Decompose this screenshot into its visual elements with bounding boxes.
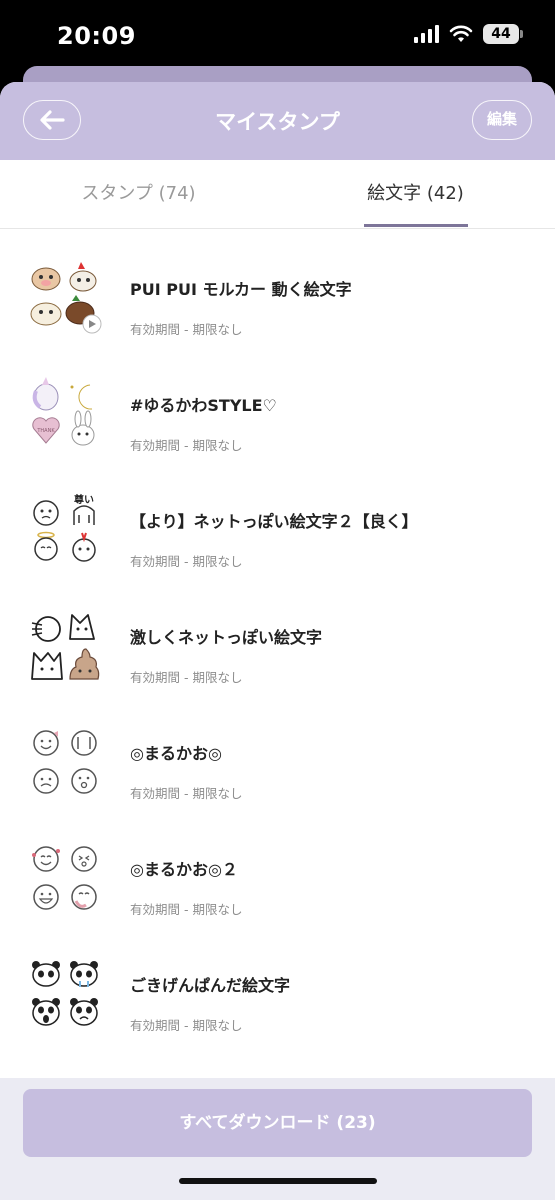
list-item[interactable]: ◎まるかお◎ 有効期間 - 期限なし: [0, 693, 555, 809]
item-title: 激しくネットっぽい絵文字: [130, 628, 323, 647]
svg-text:尊い: 尊い: [74, 493, 94, 506]
status-bar: 20:09 44: [0, 0, 555, 68]
list-item[interactable]: PUI PUI モルカー 動く絵文字 有効期間 - 期限なし: [0, 229, 555, 345]
footer: すべてダウンロード (23): [0, 1078, 555, 1200]
download-all-button[interactable]: すべてダウンロード (23): [23, 1089, 532, 1157]
item-validity: 有効期間 - 期限なし: [130, 670, 243, 685]
net-emoji-2-icon: 尊い: [33, 493, 96, 562]
molcar-emoji-icon: [30, 262, 102, 334]
item-validity: 有効期間 - 期限なし: [130, 1018, 243, 1033]
my-stamps-sheet: マイスタンプ 編集 スタンプ (74) 絵文字 (42) PUI PUI モルカ…: [0, 82, 555, 1200]
tab-stamps[interactable]: スタンプ (74): [0, 160, 277, 228]
item-title: ごきげんぱんだ絵文字: [130, 976, 291, 995]
item-validity: 有効期間 - 期限なし: [130, 554, 243, 569]
marukao-2-emoji-icon: [32, 846, 97, 910]
status-icons: 44: [414, 24, 523, 44]
header: マイスタンプ 編集: [0, 82, 555, 160]
edit-button[interactable]: 編集: [472, 100, 532, 140]
list-item[interactable]: 尊い 【より】ネットっぽい絵文字２【良く】 有効期間 - 期限なし: [0, 461, 555, 577]
list-item[interactable]: 激しくネットっぽい絵文字 有効期間 - 期限なし: [0, 577, 555, 693]
list-item[interactable]: ◎まるかお◎２ 有効期間 - 期限なし: [0, 809, 555, 925]
item-title: 【より】ネットっぽい絵文字２【良く】: [130, 512, 418, 531]
item-title: ◎まるかお◎: [130, 744, 222, 763]
list-item[interactable]: THANK #ゆるかわSTYLE♡ 有効期間 - 期限なし: [0, 345, 555, 461]
item-title: ◎まるかお◎２: [130, 860, 238, 879]
item-title: #ゆるかわSTYLE♡: [130, 396, 277, 415]
panda-emoji-icon: [32, 961, 98, 1026]
svg-text:THANK: THANK: [36, 428, 55, 434]
list-item[interactable]: ごきげんぱんだ絵文字 有効期間 - 期限なし: [0, 925, 555, 1041]
home-indicator[interactable]: [179, 1178, 377, 1184]
battery-icon: 44: [483, 24, 523, 44]
item-title: PUI PUI モルカー 動く絵文字: [130, 280, 352, 299]
item-validity: 有効期間 - 期限なし: [130, 438, 243, 453]
item-validity: 有効期間 - 期限なし: [130, 902, 243, 917]
status-time: 20:09: [57, 22, 136, 50]
wifi-icon: [449, 25, 473, 42]
active-tab-indicator: [364, 224, 468, 227]
tab-emoji[interactable]: 絵文字 (42): [277, 160, 554, 228]
net-emoji-icon: [31, 614, 100, 680]
cellular-signal-icon: [414, 25, 439, 43]
item-validity: 有効期間 - 期限なし: [130, 786, 243, 801]
yurukawa-emoji-icon: THANK: [32, 377, 95, 446]
item-validity: 有効期間 - 期限なし: [130, 322, 243, 337]
tab-bar: スタンプ (74) 絵文字 (42): [0, 160, 555, 229]
marukao-emoji-icon: [33, 730, 97, 794]
